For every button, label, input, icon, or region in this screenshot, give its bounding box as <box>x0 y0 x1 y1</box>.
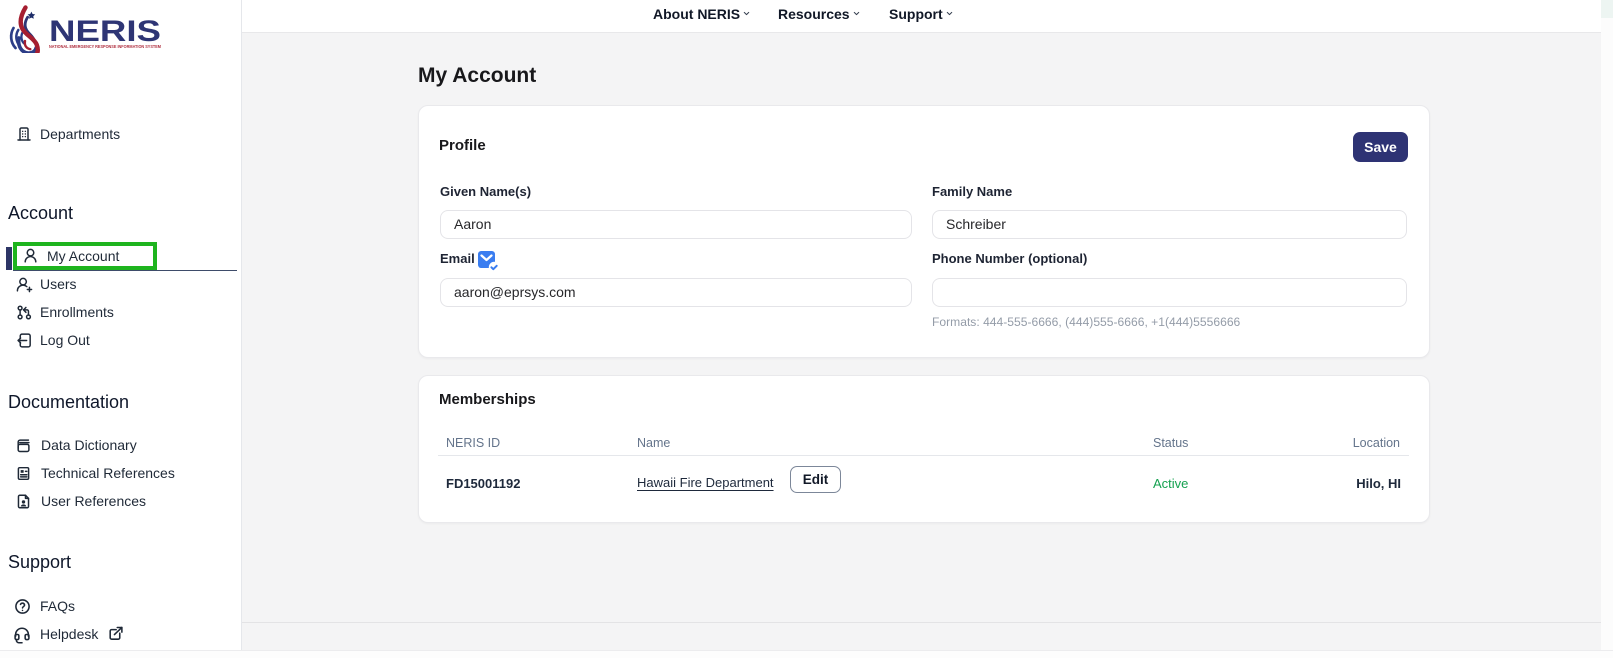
svg-text:NATIONAL EMERGENCY RESPONSE IN: NATIONAL EMERGENCY RESPONSE INFORMATION … <box>49 44 161 49</box>
